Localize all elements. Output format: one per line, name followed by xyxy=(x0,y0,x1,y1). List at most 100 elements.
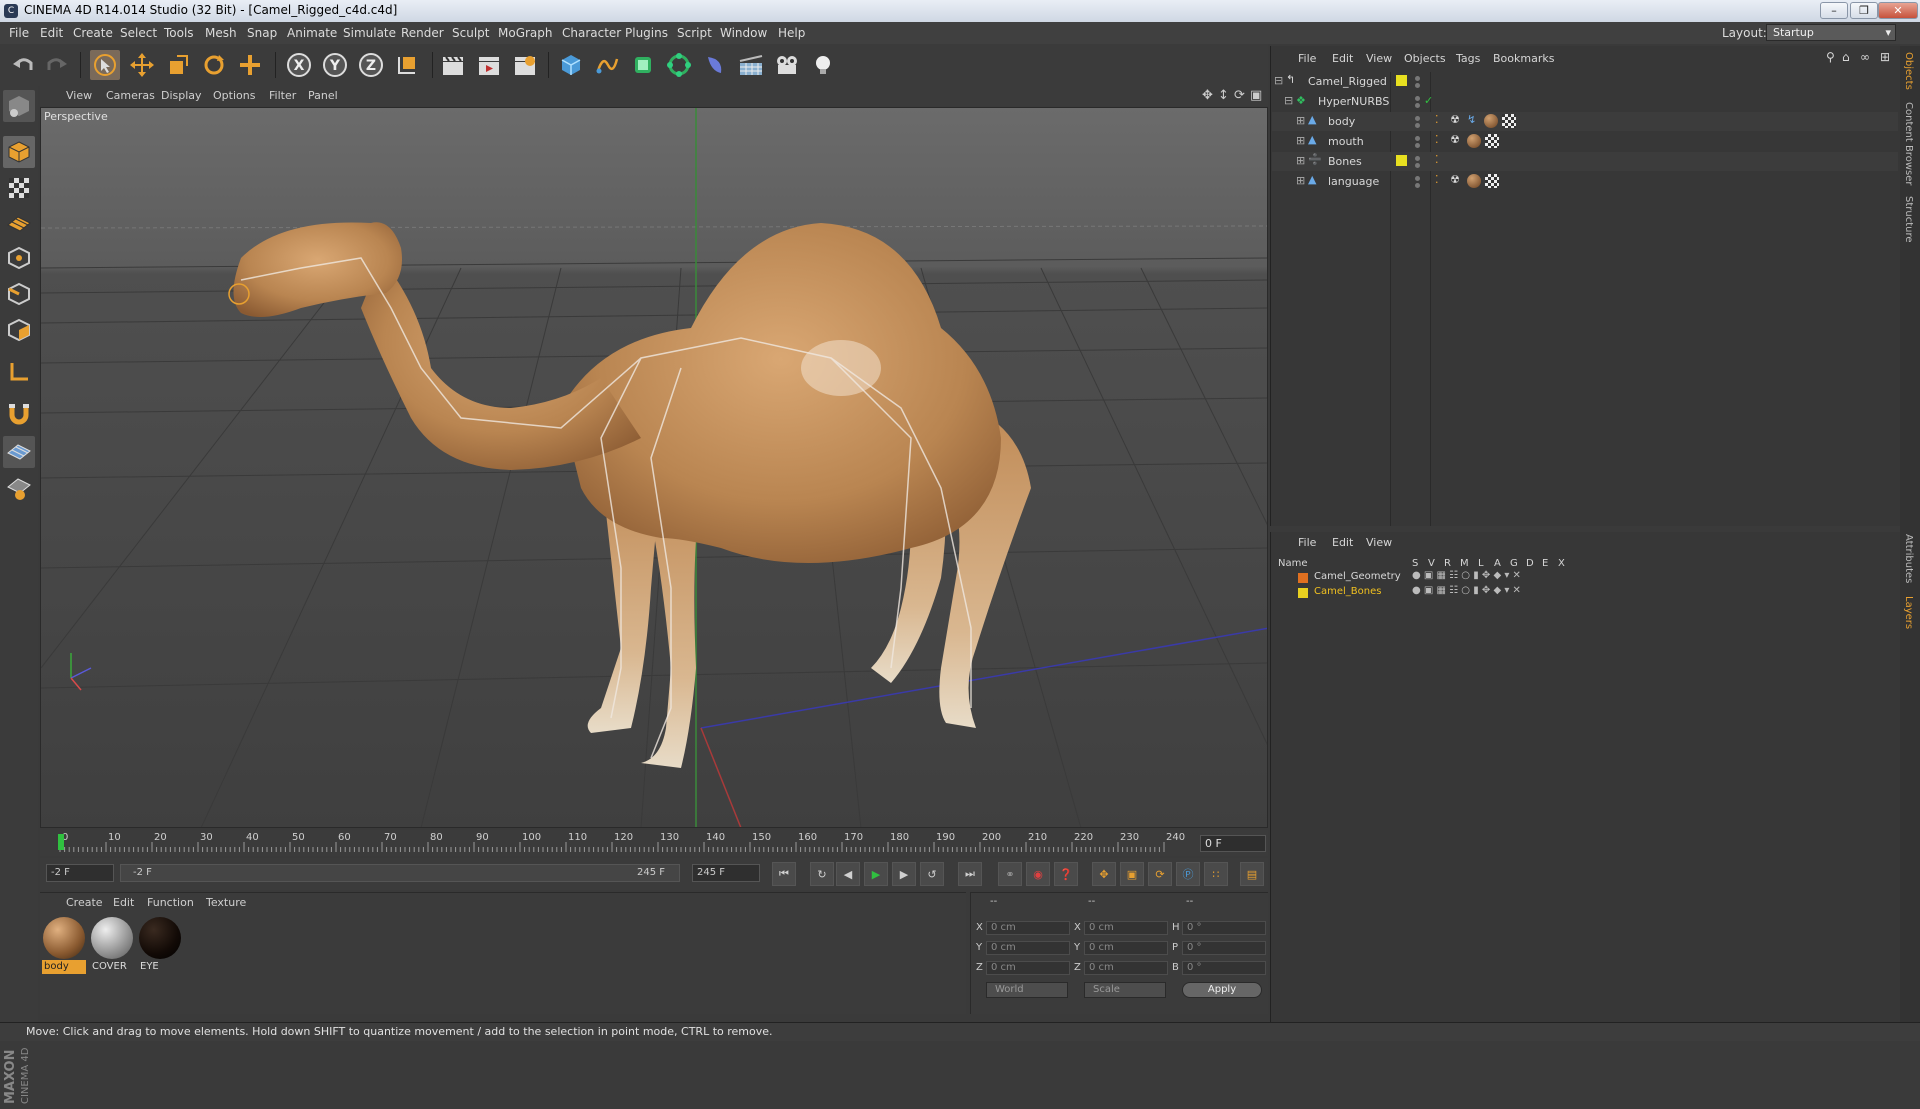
object-menu-objects[interactable]: Objects xyxy=(1404,52,1446,65)
rotate-view-icon[interactable]: ⟳ xyxy=(1234,88,1245,103)
menu-script[interactable]: Script xyxy=(677,26,712,40)
editor-visibility-dot[interactable] xyxy=(1415,116,1420,121)
move-tool-button[interactable] xyxy=(127,50,157,80)
object-menu-tags[interactable]: Tags xyxy=(1456,52,1480,65)
viewport-menu-filter[interactable]: Filter xyxy=(269,89,296,102)
previous-frame-button[interactable]: ◀ xyxy=(836,862,860,886)
position-z-field[interactable]: 0 cm xyxy=(986,961,1070,975)
add-light-button[interactable] xyxy=(808,50,838,80)
record-keys-button[interactable]: ⚭ xyxy=(998,862,1022,886)
material-body[interactable]: body xyxy=(42,916,86,974)
link-icon[interactable]: ∞ xyxy=(1860,50,1870,64)
axis-mode-button[interactable] xyxy=(3,356,35,388)
object-menu-view[interactable]: View xyxy=(1366,52,1392,65)
expand-icon[interactable]: ⊞ xyxy=(1296,174,1305,187)
object-menu-edit[interactable]: Edit xyxy=(1332,52,1353,65)
max-frame-field[interactable]: 245 F xyxy=(692,864,760,882)
layer-flag-icons[interactable]: ● ▣ ▦ ☷ ○ ▮ ✥ ◆ ▾ ✕ xyxy=(1412,585,1521,596)
rotation-b-field[interactable]: 0 ° xyxy=(1182,961,1266,975)
add-camera-button[interactable] xyxy=(772,50,802,80)
texture-tag-icon[interactable] xyxy=(1485,134,1499,148)
object-row-mouth[interactable]: ⊞ ▲ mouth ⁚ ☢ xyxy=(1272,132,1898,151)
material-menu-texture[interactable]: Texture xyxy=(206,896,246,909)
layer-column-generators[interactable]: G xyxy=(1510,558,1518,569)
phong-tag-icon[interactable]: ⁚ xyxy=(1435,153,1439,166)
locked-workplane-button[interactable] xyxy=(3,472,35,504)
menu-mograph[interactable]: MoGraph xyxy=(498,26,553,40)
previous-key-button[interactable]: ↻ xyxy=(810,862,834,886)
object-menu-bookmarks[interactable]: Bookmarks xyxy=(1493,52,1554,65)
restore-button[interactable]: ❐ xyxy=(1850,2,1878,19)
material-menu-function[interactable]: Function xyxy=(147,896,194,909)
menu-animate[interactable]: Animate xyxy=(287,26,337,40)
editor-visibility-dot[interactable] xyxy=(1415,176,1420,181)
min-frame-field[interactable]: -2 F xyxy=(46,864,114,882)
weight-tag-icon[interactable]: ☢ xyxy=(1450,173,1460,186)
tab-layers[interactable]: Layers xyxy=(1903,596,1914,629)
position-key-button[interactable]: ✥ xyxy=(1092,862,1116,886)
render-visibility-dot[interactable] xyxy=(1415,83,1420,88)
keyframe-selection-button[interactable]: ❓ xyxy=(1054,862,1078,886)
new-panel-icon[interactable]: ⊞ xyxy=(1880,50,1890,64)
timeline-playhead[interactable] xyxy=(58,834,64,850)
layer-flag-icons[interactable]: ● ▣ ▦ ☷ ○ ▮ ✥ ◆ ▾ ✕ xyxy=(1412,570,1521,581)
weight-tag-icon[interactable]: ☢ xyxy=(1450,113,1460,126)
texture-mode-button[interactable] xyxy=(3,172,35,204)
layer-column-xref[interactable]: X xyxy=(1558,558,1565,569)
material-tag-body[interactable] xyxy=(1467,134,1481,148)
object-row-body[interactable]: ⊞ ▲ body ⁚ ☢ ↯ xyxy=(1272,112,1898,131)
add-spline-button[interactable] xyxy=(592,50,622,80)
viewport-menu-panel[interactable]: Panel xyxy=(308,89,338,102)
parameter-key-button[interactable]: Ⓟ xyxy=(1176,862,1200,886)
object-row-camel-rigged[interactable]: ⊟ ↰ Camel_Rigged xyxy=(1272,72,1898,91)
menu-create[interactable]: Create xyxy=(73,26,113,40)
enabled-check-icon[interactable]: ✓ xyxy=(1424,94,1433,107)
material-menu-edit[interactable]: Edit xyxy=(113,896,134,909)
current-frame-field[interactable]: 0 F xyxy=(1200,835,1266,852)
editor-visibility-dot[interactable] xyxy=(1415,136,1420,141)
material-cover[interactable]: COVER xyxy=(90,916,134,974)
size-z-field[interactable]: 0 cm xyxy=(1084,961,1168,975)
menu-edit[interactable]: Edit xyxy=(40,26,63,40)
menu-render[interactable]: Render xyxy=(401,26,444,40)
expand-icon[interactable]: ⊞ xyxy=(1296,134,1305,147)
skin-tag-icon[interactable]: ↯ xyxy=(1467,113,1476,126)
search-icon[interactable]: ⚲ xyxy=(1826,50,1835,64)
x-axis-lock-button[interactable]: X xyxy=(284,50,314,80)
pan-view-icon[interactable]: ✥ xyxy=(1202,88,1213,103)
tab-content-browser[interactable]: Content Browser xyxy=(1903,102,1914,185)
viewport-menu-cameras[interactable]: Cameras xyxy=(106,89,155,102)
next-frame-button[interactable]: ▶ xyxy=(892,862,916,886)
layer-row-camel-bones[interactable]: Camel_Bones ● ▣ ▦ ☷ ○ ▮ ✥ ◆ ▾ ✕ xyxy=(1272,585,1898,600)
object-row-bones[interactable]: ⊞ ➗ Bones ⁚ xyxy=(1272,152,1898,171)
layer-row-camel-geometry[interactable]: Camel_Geometry ● ▣ ▦ ☷ ○ ▮ ✥ ◆ ▾ ✕ xyxy=(1272,570,1898,585)
timeline-window-button[interactable]: ▤ xyxy=(1240,862,1264,886)
position-y-field[interactable]: 0 cm xyxy=(986,941,1070,955)
coordinate-system-button[interactable] xyxy=(392,50,422,80)
editor-visibility-dot[interactable] xyxy=(1415,156,1420,161)
object-menu-file[interactable]: File xyxy=(1298,52,1316,65)
rotate-tool-button[interactable] xyxy=(199,50,229,80)
timeline-ruler[interactable]: 0 10 20 30 40 50 60 70 80 90 100 110 120 130 140 150 160… xyxy=(40,830,1268,856)
render-view-button[interactable] xyxy=(438,50,468,80)
size-mode-dropdown[interactable]: Scale xyxy=(1084,982,1166,998)
scale-tool-button[interactable] xyxy=(163,50,193,80)
menu-mesh[interactable]: Mesh xyxy=(205,26,237,40)
menu-tools[interactable]: Tools xyxy=(164,26,194,40)
dolly-view-icon[interactable]: ↕ xyxy=(1218,88,1229,103)
render-settings-button[interactable] xyxy=(510,50,540,80)
size-y-field[interactable]: 0 cm xyxy=(1084,941,1168,955)
model-mode-button[interactable] xyxy=(3,136,35,168)
size-x-field[interactable]: 0 cm xyxy=(1084,921,1168,935)
make-editable-button[interactable] xyxy=(3,90,35,122)
viewport-menu-options[interactable]: Options xyxy=(213,89,255,102)
phong-tag-icon[interactable]: ⁚ xyxy=(1435,113,1439,126)
layer-column-solo[interactable]: S xyxy=(1412,558,1418,569)
layer-menu-view[interactable]: View xyxy=(1366,536,1392,549)
add-deformer-button[interactable] xyxy=(700,50,730,80)
layer-color-swatch[interactable] xyxy=(1396,75,1407,86)
points-mode-button[interactable] xyxy=(3,242,35,274)
y-axis-lock-button[interactable]: Y xyxy=(320,50,350,80)
menu-plugins[interactable]: Plugins xyxy=(625,26,668,40)
snapping-button[interactable] xyxy=(3,398,35,430)
